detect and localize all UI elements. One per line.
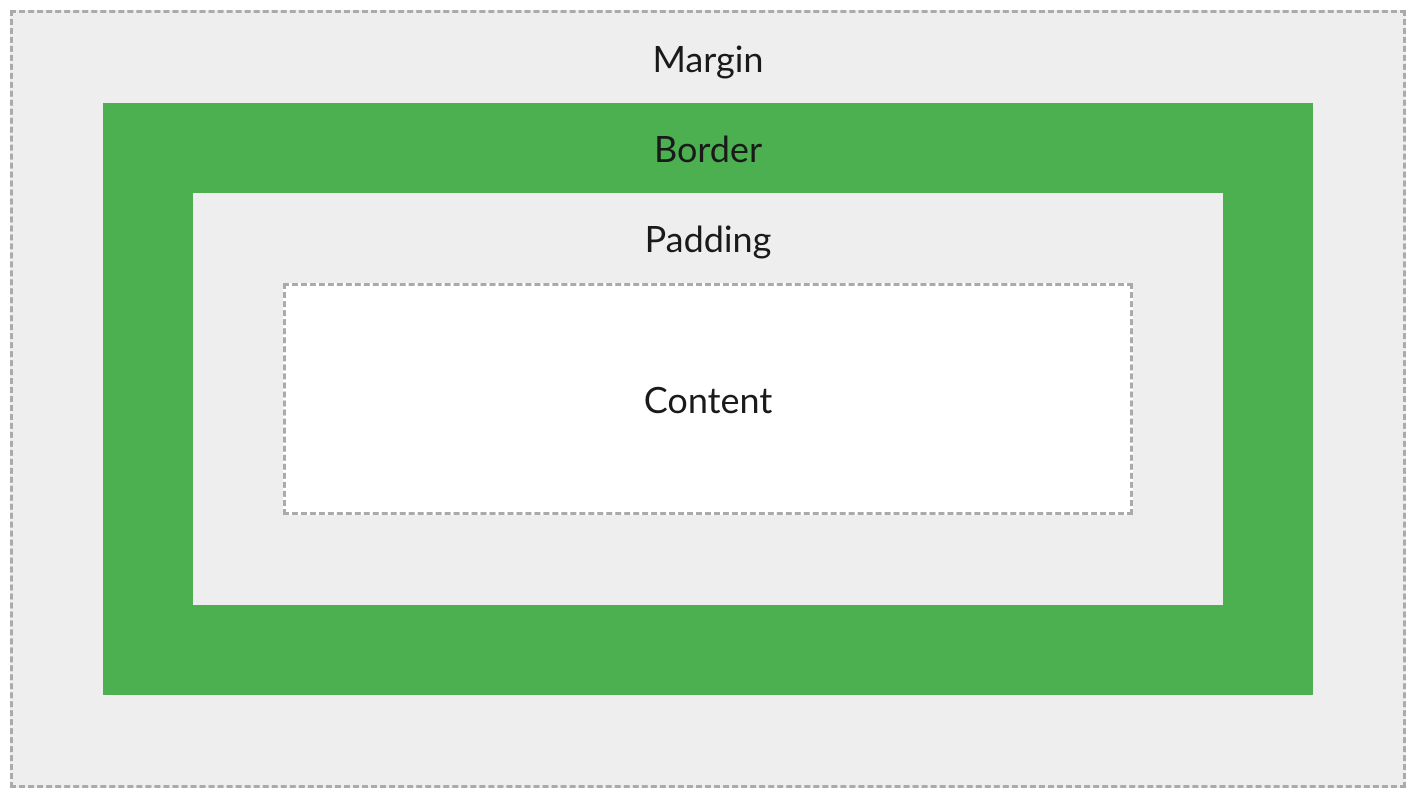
padding-label: Padding [283, 193, 1133, 283]
margin-label: Margin [103, 13, 1313, 103]
border-box: Border Padding Content [103, 103, 1313, 695]
content-box: Content [283, 283, 1133, 515]
margin-box: Margin Border Padding Content [10, 10, 1406, 788]
padding-box: Padding Content [193, 193, 1223, 605]
content-label: Content [644, 377, 773, 421]
border-label: Border [193, 103, 1223, 193]
